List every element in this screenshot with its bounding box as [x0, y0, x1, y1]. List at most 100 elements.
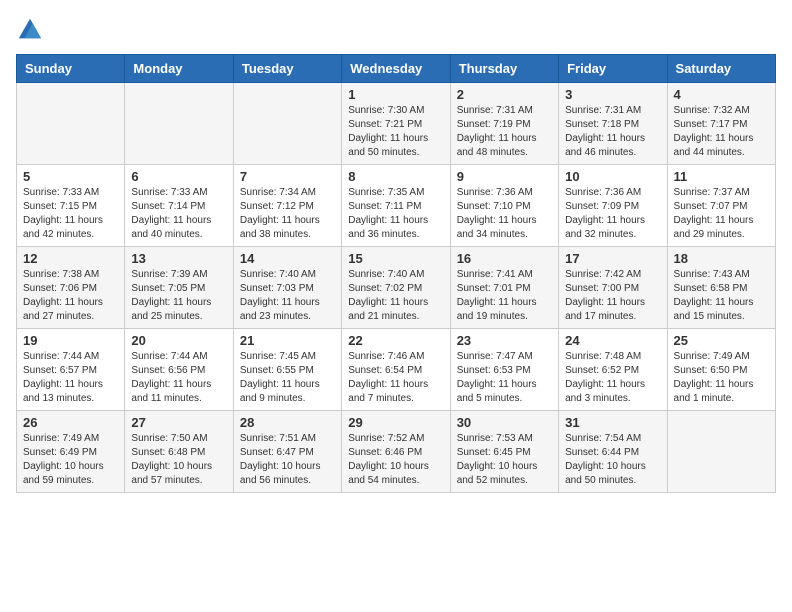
- day-info: Sunrise: 7:49 AM Sunset: 6:50 PM Dayligh…: [674, 350, 769, 406]
- day-number: 2: [457, 87, 552, 102]
- day-info: Sunrise: 7:40 AM Sunset: 7:03 PM Dayligh…: [240, 268, 335, 324]
- column-header-tuesday: Tuesday: [233, 55, 341, 83]
- day-number: 6: [131, 169, 226, 184]
- day-number: 1: [348, 87, 443, 102]
- day-info: Sunrise: 7:49 AM Sunset: 6:49 PM Dayligh…: [23, 432, 118, 488]
- day-info: Sunrise: 7:32 AM Sunset: 7:17 PM Dayligh…: [674, 104, 769, 160]
- day-info: Sunrise: 7:40 AM Sunset: 7:02 PM Dayligh…: [348, 268, 443, 324]
- calendar-header-row: SundayMondayTuesdayWednesdayThursdayFrid…: [17, 55, 776, 83]
- logo: [16, 16, 48, 44]
- day-number: 12: [23, 251, 118, 266]
- calendar-cell: 17Sunrise: 7:42 AM Sunset: 7:00 PM Dayli…: [559, 247, 667, 329]
- day-number: 8: [348, 169, 443, 184]
- calendar-cell: 5 Sunrise: 7:33 AM Sunset: 7:15 PM Daylig…: [17, 165, 125, 247]
- calendar-cell: 23Sunrise: 7:47 AM Sunset: 6:53 PM Dayli…: [450, 329, 558, 411]
- calendar-cell: 20 Sunrise: 7:44 AM Sunset: 6:56 PM Dayli…: [125, 329, 233, 411]
- calendar-cell: [125, 83, 233, 165]
- day-info: Sunrise: 7:45 AM Sunset: 6:55 PM Dayligh…: [240, 350, 335, 406]
- day-number: 24: [565, 333, 660, 348]
- calendar-week-row: 19 Sunrise: 7:44 AM Sunset: 6:57 PM Dayli…: [17, 329, 776, 411]
- calendar-week-row: 12 Sunrise: 7:38 AM Sunset: 7:06 PM Dayli…: [17, 247, 776, 329]
- calendar-week-row: 1 Sunrise: 7:30 AM Sunset: 7:21 PM Daylig…: [17, 83, 776, 165]
- day-number: 23: [457, 333, 552, 348]
- calendar-cell: 31 Sunrise: 7:54 AM Sunset: 6:44 PM Dayli…: [559, 411, 667, 493]
- calendar-cell: [667, 411, 775, 493]
- column-header-saturday: Saturday: [667, 55, 775, 83]
- column-header-thursday: Thursday: [450, 55, 558, 83]
- day-info: Sunrise: 7:44 AM Sunset: 6:56 PM Dayligh…: [131, 350, 226, 406]
- day-number: 25: [674, 333, 769, 348]
- day-info: Sunrise: 7:44 AM Sunset: 6:57 PM Dayligh…: [23, 350, 118, 406]
- logo-icon: [16, 16, 44, 44]
- day-number: 27: [131, 415, 226, 430]
- calendar-cell: 30 Sunrise: 7:53 AM Sunset: 6:45 PM Dayli…: [450, 411, 558, 493]
- calendar-cell: 9 Sunrise: 7:36 AM Sunset: 7:10 PM Daylig…: [450, 165, 558, 247]
- day-info: Sunrise: 7:36 AM Sunset: 7:09 PM Dayligh…: [565, 186, 660, 242]
- day-number: 13: [131, 251, 226, 266]
- calendar-cell: 4 Sunrise: 7:32 AM Sunset: 7:17 PM Daylig…: [667, 83, 775, 165]
- day-number: 15: [348, 251, 443, 266]
- day-info: Sunrise: 7:53 AM Sunset: 6:45 PM Dayligh…: [457, 432, 552, 488]
- day-info: Sunrise: 7:35 AM Sunset: 7:11 PM Dayligh…: [348, 186, 443, 242]
- day-info: Sunrise: 7:52 AM Sunset: 6:46 PM Dayligh…: [348, 432, 443, 488]
- calendar-cell: 3Sunrise: 7:31 AM Sunset: 7:18 PM Daylig…: [559, 83, 667, 165]
- calendar-table: SundayMondayTuesdayWednesdayThursdayFrid…: [16, 54, 776, 493]
- day-number: 4: [674, 87, 769, 102]
- day-info: Sunrise: 7:30 AM Sunset: 7:21 PM Dayligh…: [348, 104, 443, 160]
- day-info: Sunrise: 7:33 AM Sunset: 7:15 PM Dayligh…: [23, 186, 118, 242]
- day-info: Sunrise: 7:41 AM Sunset: 7:01 PM Dayligh…: [457, 268, 552, 324]
- day-number: 5: [23, 169, 118, 184]
- day-info: Sunrise: 7:38 AM Sunset: 7:06 PM Dayligh…: [23, 268, 118, 324]
- calendar-cell: 26Sunrise: 7:49 AM Sunset: 6:49 PM Dayli…: [17, 411, 125, 493]
- column-header-monday: Monday: [125, 55, 233, 83]
- day-number: 29: [348, 415, 443, 430]
- day-info: Sunrise: 7:37 AM Sunset: 7:07 PM Dayligh…: [674, 186, 769, 242]
- column-header-wednesday: Wednesday: [342, 55, 450, 83]
- calendar-cell: 14 Sunrise: 7:40 AM Sunset: 7:03 PM Dayli…: [233, 247, 341, 329]
- day-info: Sunrise: 7:51 AM Sunset: 6:47 PM Dayligh…: [240, 432, 335, 488]
- day-number: 14: [240, 251, 335, 266]
- page-header: [16, 16, 776, 44]
- day-number: 28: [240, 415, 335, 430]
- calendar-cell: 21 Sunrise: 7:45 AM Sunset: 6:55 PM Dayli…: [233, 329, 341, 411]
- day-number: 20: [131, 333, 226, 348]
- calendar-cell: 27 Sunrise: 7:50 AM Sunset: 6:48 PM Dayli…: [125, 411, 233, 493]
- day-number: 30: [457, 415, 552, 430]
- day-number: 31: [565, 415, 660, 430]
- day-number: 10: [565, 169, 660, 184]
- calendar-cell: 22 Sunrise: 7:46 AM Sunset: 6:54 PM Dayli…: [342, 329, 450, 411]
- day-number: 11: [674, 169, 769, 184]
- day-info: Sunrise: 7:50 AM Sunset: 6:48 PM Dayligh…: [131, 432, 226, 488]
- day-info: Sunrise: 7:31 AM Sunset: 7:19 PM Dayligh…: [457, 104, 552, 160]
- day-info: Sunrise: 7:42 AM Sunset: 7:00 PM Dayligh…: [565, 268, 660, 324]
- day-info: Sunrise: 7:36 AM Sunset: 7:10 PM Dayligh…: [457, 186, 552, 242]
- calendar-cell: 7 Sunrise: 7:34 AM Sunset: 7:12 PM Daylig…: [233, 165, 341, 247]
- calendar-cell: 10 Sunrise: 7:36 AM Sunset: 7:09 PM Dayli…: [559, 165, 667, 247]
- day-number: 9: [457, 169, 552, 184]
- calendar-week-row: 5 Sunrise: 7:33 AM Sunset: 7:15 PM Daylig…: [17, 165, 776, 247]
- day-number: 19: [23, 333, 118, 348]
- column-header-friday: Friday: [559, 55, 667, 83]
- calendar-cell: 19 Sunrise: 7:44 AM Sunset: 6:57 PM Dayli…: [17, 329, 125, 411]
- day-number: 21: [240, 333, 335, 348]
- day-number: 7: [240, 169, 335, 184]
- day-info: Sunrise: 7:46 AM Sunset: 6:54 PM Dayligh…: [348, 350, 443, 406]
- calendar-cell: 11 Sunrise: 7:37 AM Sunset: 7:07 PM Dayli…: [667, 165, 775, 247]
- day-info: Sunrise: 7:33 AM Sunset: 7:14 PM Dayligh…: [131, 186, 226, 242]
- calendar-cell: [17, 83, 125, 165]
- day-info: Sunrise: 7:48 AM Sunset: 6:52 PM Dayligh…: [565, 350, 660, 406]
- calendar-cell: 8 Sunrise: 7:35 AM Sunset: 7:11 PM Daylig…: [342, 165, 450, 247]
- calendar-cell: 15 Sunrise: 7:40 AM Sunset: 7:02 PM Dayli…: [342, 247, 450, 329]
- day-info: Sunrise: 7:39 AM Sunset: 7:05 PM Dayligh…: [131, 268, 226, 324]
- calendar-cell: 28 Sunrise: 7:51 AM Sunset: 6:47 PM Dayli…: [233, 411, 341, 493]
- calendar-cell: 18Sunrise: 7:43 AM Sunset: 6:58 PM Dayli…: [667, 247, 775, 329]
- day-number: 22: [348, 333, 443, 348]
- calendar-cell: 24 Sunrise: 7:48 AM Sunset: 6:52 PM Dayli…: [559, 329, 667, 411]
- day-info: Sunrise: 7:54 AM Sunset: 6:44 PM Dayligh…: [565, 432, 660, 488]
- day-number: 18: [674, 251, 769, 266]
- calendar-cell: 13 Sunrise: 7:39 AM Sunset: 7:05 PM Dayli…: [125, 247, 233, 329]
- calendar-cell: 29 Sunrise: 7:52 AM Sunset: 6:46 PM Dayli…: [342, 411, 450, 493]
- calendar-cell: 16Sunrise: 7:41 AM Sunset: 7:01 PM Dayli…: [450, 247, 558, 329]
- calendar-week-row: 26Sunrise: 7:49 AM Sunset: 6:49 PM Dayli…: [17, 411, 776, 493]
- day-info: Sunrise: 7:34 AM Sunset: 7:12 PM Dayligh…: [240, 186, 335, 242]
